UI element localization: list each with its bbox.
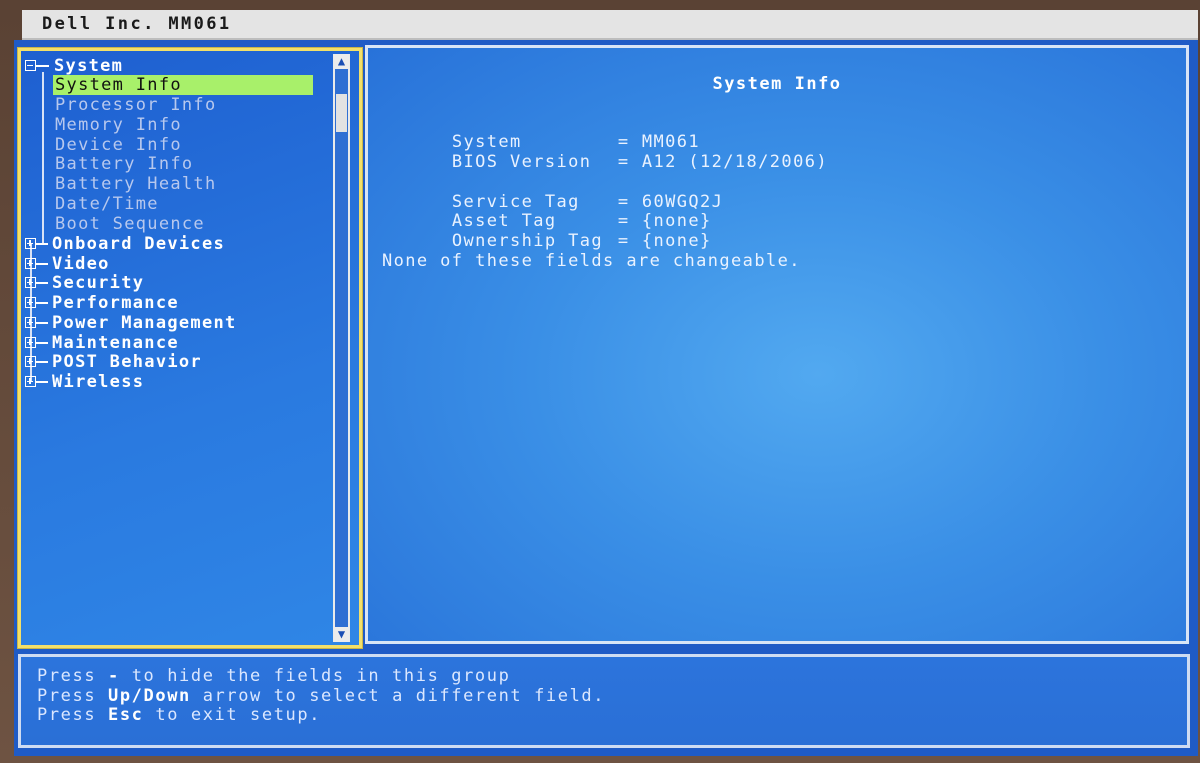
tree-item-processor-info[interactable]: Processor Info [25,95,330,115]
help-text: Press [37,686,109,706]
tree-item-wireless[interactable]: Wireless [25,372,330,392]
scroll-up-icon[interactable]: ▲ [334,54,349,69]
tree-branch [36,342,48,344]
settings-tree: System System Info Processor Info Memory… [25,54,330,642]
tree-item-label: Battery Health [55,174,217,194]
tree-branch [36,361,48,363]
help-text: to hide the fields in this group [119,666,511,686]
tree-branch [36,282,48,284]
field-key: Ownership Tag [451,231,604,251]
help-line-hide: Press - to hide the fields in this group [37,666,510,686]
tree-item-label: Device Info [55,135,182,155]
tree-item-label: Video [52,254,110,274]
expand-icon[interactable] [25,376,36,387]
tree-item-battery-info[interactable]: Battery Info [25,154,330,174]
expand-icon[interactable] [25,337,36,348]
info-note: None of these fields are changeable. [382,251,801,271]
expand-icon[interactable] [25,297,36,308]
tree-item-device-info[interactable]: Device Info [25,135,330,155]
tree-item-label: System [54,56,124,76]
tree-item-label: Performance [52,293,179,313]
tree-branch [36,263,48,265]
tree-item-label: Wireless [52,372,145,392]
tree-item-post-behavior[interactable]: POST Behavior [25,352,330,372]
tree-item-video[interactable]: Video [25,254,330,274]
tree-item-memory-info[interactable]: Memory Info [25,115,330,135]
field-equals: = [617,152,630,172]
help-panel: Press - to hide the fields in this group… [18,654,1190,748]
tree-item-onboard-devices[interactable]: Onboard Devices [25,234,330,254]
field-value: A12 (12/18/2006) [641,152,828,172]
tree-branch [36,243,48,245]
panel-title: System Info [712,74,842,94]
settings-tree-panel: System System Info Processor Info Memory… [17,47,363,649]
tree-item-battery-health[interactable]: Battery Health [25,174,330,194]
tree-item-label: Processor Info [55,95,217,115]
tree-item-label: Battery Info [55,154,194,174]
tree-branch [36,302,48,304]
expand-icon[interactable] [25,317,36,328]
tree-item-label: POST Behavior [52,352,202,372]
tree-branch [36,65,49,67]
help-key: Up/Down [108,686,191,706]
tree-item-label: Security [52,273,145,293]
expand-icon[interactable] [25,258,36,269]
help-key: Esc [108,705,144,725]
help-key: - [108,666,120,686]
field-value: {none} [641,231,712,251]
tree-item-label: Boot Sequence [55,214,205,234]
expand-icon[interactable] [25,238,36,249]
tree-item-label: Maintenance [52,333,179,353]
field-key: BIOS Version [451,152,592,172]
tree-item-performance[interactable]: Performance [25,293,330,313]
tree-item-power-management[interactable]: Power Management [25,313,330,333]
field-equals: = [617,231,630,251]
collapse-icon[interactable] [25,60,36,71]
expand-icon[interactable] [25,356,36,367]
tree-branch [36,322,48,324]
tree-item-system[interactable]: System [25,56,330,76]
tree-item-security[interactable]: Security [25,273,330,293]
help-text: Press [37,666,109,686]
system-info-panel: System Info System = MM061 BIOS Version = A1… [365,45,1189,644]
tree-item-date-time[interactable]: Date/Time [25,194,330,214]
expand-icon[interactable] [25,277,36,288]
help-text: arrow to select a different field. [190,686,606,706]
title-bar: Dell Inc. MM061 [22,10,1198,40]
tree-item-maintenance[interactable]: Maintenance [25,333,330,353]
tree-scrollbar[interactable]: ▲ ▼ [333,54,350,642]
scroll-thumb[interactable] [336,94,347,132]
help-line-exit: Press Esc to exit setup. [37,705,321,725]
tree-branch [36,381,48,383]
scroll-down-icon[interactable]: ▼ [334,627,349,642]
tree-item-label: Memory Info [55,115,182,135]
help-text: Press [37,705,109,725]
tree-item-system-info[interactable]: System Info [25,75,330,95]
tree-item-label: Onboard Devices [52,234,226,254]
bios-screen: Dell Inc. MM061 System System Info Proce… [0,0,1200,763]
help-text: to exit setup. [143,705,322,725]
help-line-navigate: Press Up/Down arrow to select a differen… [37,686,605,706]
title-text: Dell Inc. MM061 [42,14,232,34]
tree-item-label: Power Management [52,313,237,333]
tree-item-boot-sequence[interactable]: Boot Sequence [25,214,330,234]
tree-item-label: Date/Time [55,194,159,214]
tree-item-label: System Info [53,75,313,95]
